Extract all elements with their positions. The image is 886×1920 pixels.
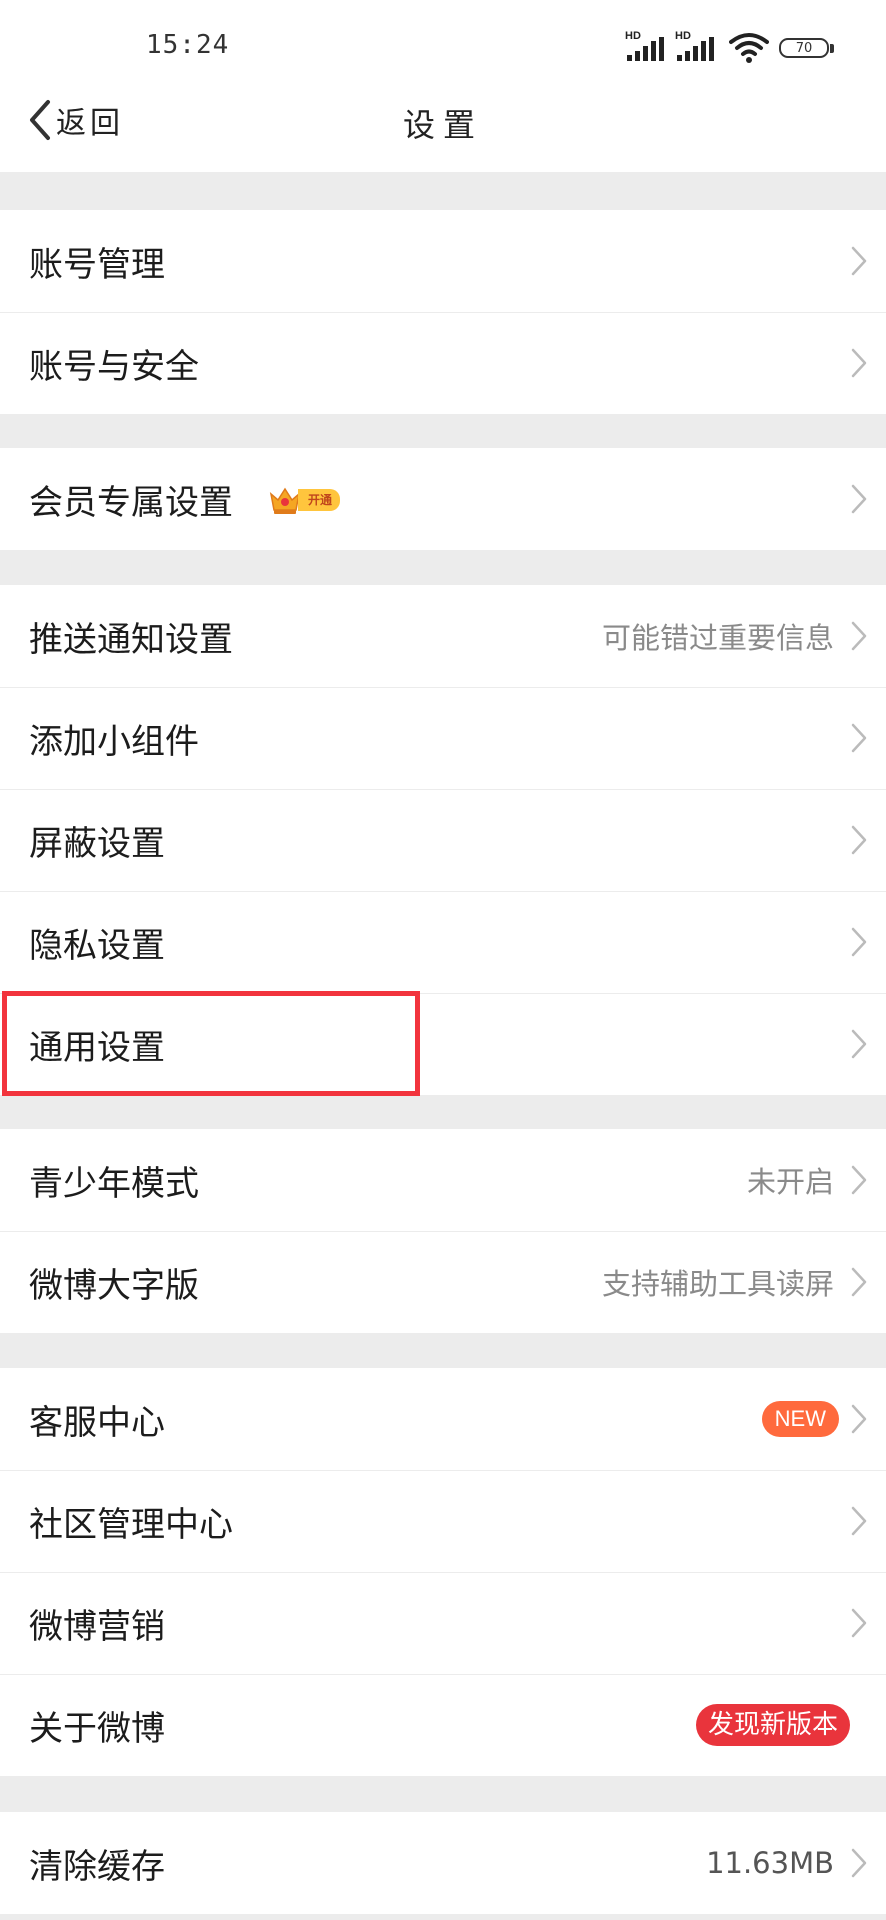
settings-row-privacy[interactable]: 隐私设置 [0, 891, 886, 993]
chevron-right-icon [851, 1267, 867, 1297]
chevron-right-icon [851, 927, 867, 957]
row-label: 青少年模式 [29, 1163, 199, 1204]
chevron-right-icon [851, 1404, 867, 1434]
status-time: 15:24 [146, 30, 230, 60]
chevron-right-icon [851, 825, 867, 855]
settings-section: 客服中心 NEW 社区管理中心 微博营销 关于微博 发现新版本 [0, 1368, 886, 1776]
settings-row-vip-settings[interactable]: 会员专属设置 开通 [0, 448, 886, 550]
settings-row-teen-mode[interactable]: 青少年模式 未开启 [0, 1129, 886, 1231]
chevron-right-icon [851, 1506, 867, 1536]
signal-icon: HD [675, 31, 717, 65]
chevron-right-icon [851, 1848, 867, 1878]
chevron-right-icon [851, 246, 867, 276]
settings-section: 青少年模式 未开启 微博大字版 支持辅助工具读屏 [0, 1129, 886, 1333]
settings-row-account-security[interactable]: 账号与安全 [0, 312, 886, 414]
battery-level: 70 [795, 40, 813, 56]
settings-section: 推送通知设置 可能错过重要信息 添加小组件 屏蔽设置 隐私设置 通用设置 [0, 585, 886, 1095]
battery-tip [830, 43, 834, 53]
row-label: 关于微博 [29, 1708, 165, 1749]
row-label: 客服中心 [29, 1402, 165, 1443]
settings-row-customer-service[interactable]: 客服中心 NEW [0, 1368, 886, 1470]
row-label: 账号与安全 [29, 346, 199, 387]
row-label: 清除缓存 [29, 1846, 165, 1887]
row-label: 推送通知设置 [29, 619, 233, 660]
row-label: 隐私设置 [29, 925, 165, 966]
row-label: 添加小组件 [29, 721, 199, 762]
chevron-right-icon [851, 621, 867, 651]
cache-size: 11.63MB [706, 1846, 834, 1880]
chevron-right-icon [851, 1029, 867, 1059]
chevron-right-icon [851, 348, 867, 378]
page-title: 设置 [402, 106, 483, 144]
settings-row-block-settings[interactable]: 屏蔽设置 [0, 789, 886, 891]
chevron-right-icon [851, 484, 867, 514]
wifi-icon [729, 33, 769, 63]
settings-row-clear-cache[interactable]: 清除缓存 11.63MB [0, 1812, 886, 1914]
row-label: 微博营销 [29, 1606, 165, 1647]
vip-badge[interactable]: 开通 [268, 484, 341, 516]
settings-row-general[interactable]: 通用设置 [0, 993, 886, 1095]
settings-row-weibo-marketing[interactable]: 微博营销 [0, 1572, 886, 1674]
row-value: 未开启 [746, 1165, 834, 1199]
chevron-right-icon [851, 723, 867, 753]
settings-section: 清除缓存 11.63MB [0, 1812, 886, 1914]
settings-row-account-management[interactable]: 账号管理 [0, 210, 886, 312]
settings-section: 会员专属设置 开通 [0, 448, 886, 550]
signal-icon: HD [625, 31, 667, 65]
row-label: 社区管理中心 [29, 1504, 233, 1545]
row-label: 会员专属设置 [29, 482, 233, 523]
top-bar: 15:24 HD HD 70 返回 设置 [0, 0, 886, 172]
new-badge: NEW [761, 1401, 839, 1437]
vip-open-label: 开通 [298, 489, 341, 511]
settings-row-add-widget[interactable]: 添加小组件 [0, 687, 886, 789]
battery-icon: 70 [779, 38, 829, 58]
settings-row-about-weibo[interactable]: 关于微博 发现新版本 [0, 1674, 886, 1776]
status-icons: HD HD 70 [625, 30, 834, 66]
row-label: 通用设置 [29, 1027, 165, 1068]
row-label: 屏蔽设置 [29, 823, 165, 864]
crown-icon [269, 487, 301, 514]
row-label: 微博大字版 [29, 1265, 199, 1306]
settings-section: 账号管理 账号与安全 [0, 210, 886, 414]
settings-row-push-notifications[interactable]: 推送通知设置 可能错过重要信息 [0, 585, 886, 687]
chevron-right-icon [851, 1608, 867, 1638]
row-label: 账号管理 [29, 244, 165, 285]
row-value: 可能错过重要信息 [601, 621, 834, 655]
chevron-right-icon [851, 1165, 867, 1195]
settings-row-community-management[interactable]: 社区管理中心 [0, 1470, 886, 1572]
update-badge: 发现新版本 [695, 1704, 850, 1746]
settings-row-large-font-edition[interactable]: 微博大字版 支持辅助工具读屏 [0, 1231, 886, 1333]
row-value: 支持辅助工具读屏 [601, 1267, 834, 1301]
